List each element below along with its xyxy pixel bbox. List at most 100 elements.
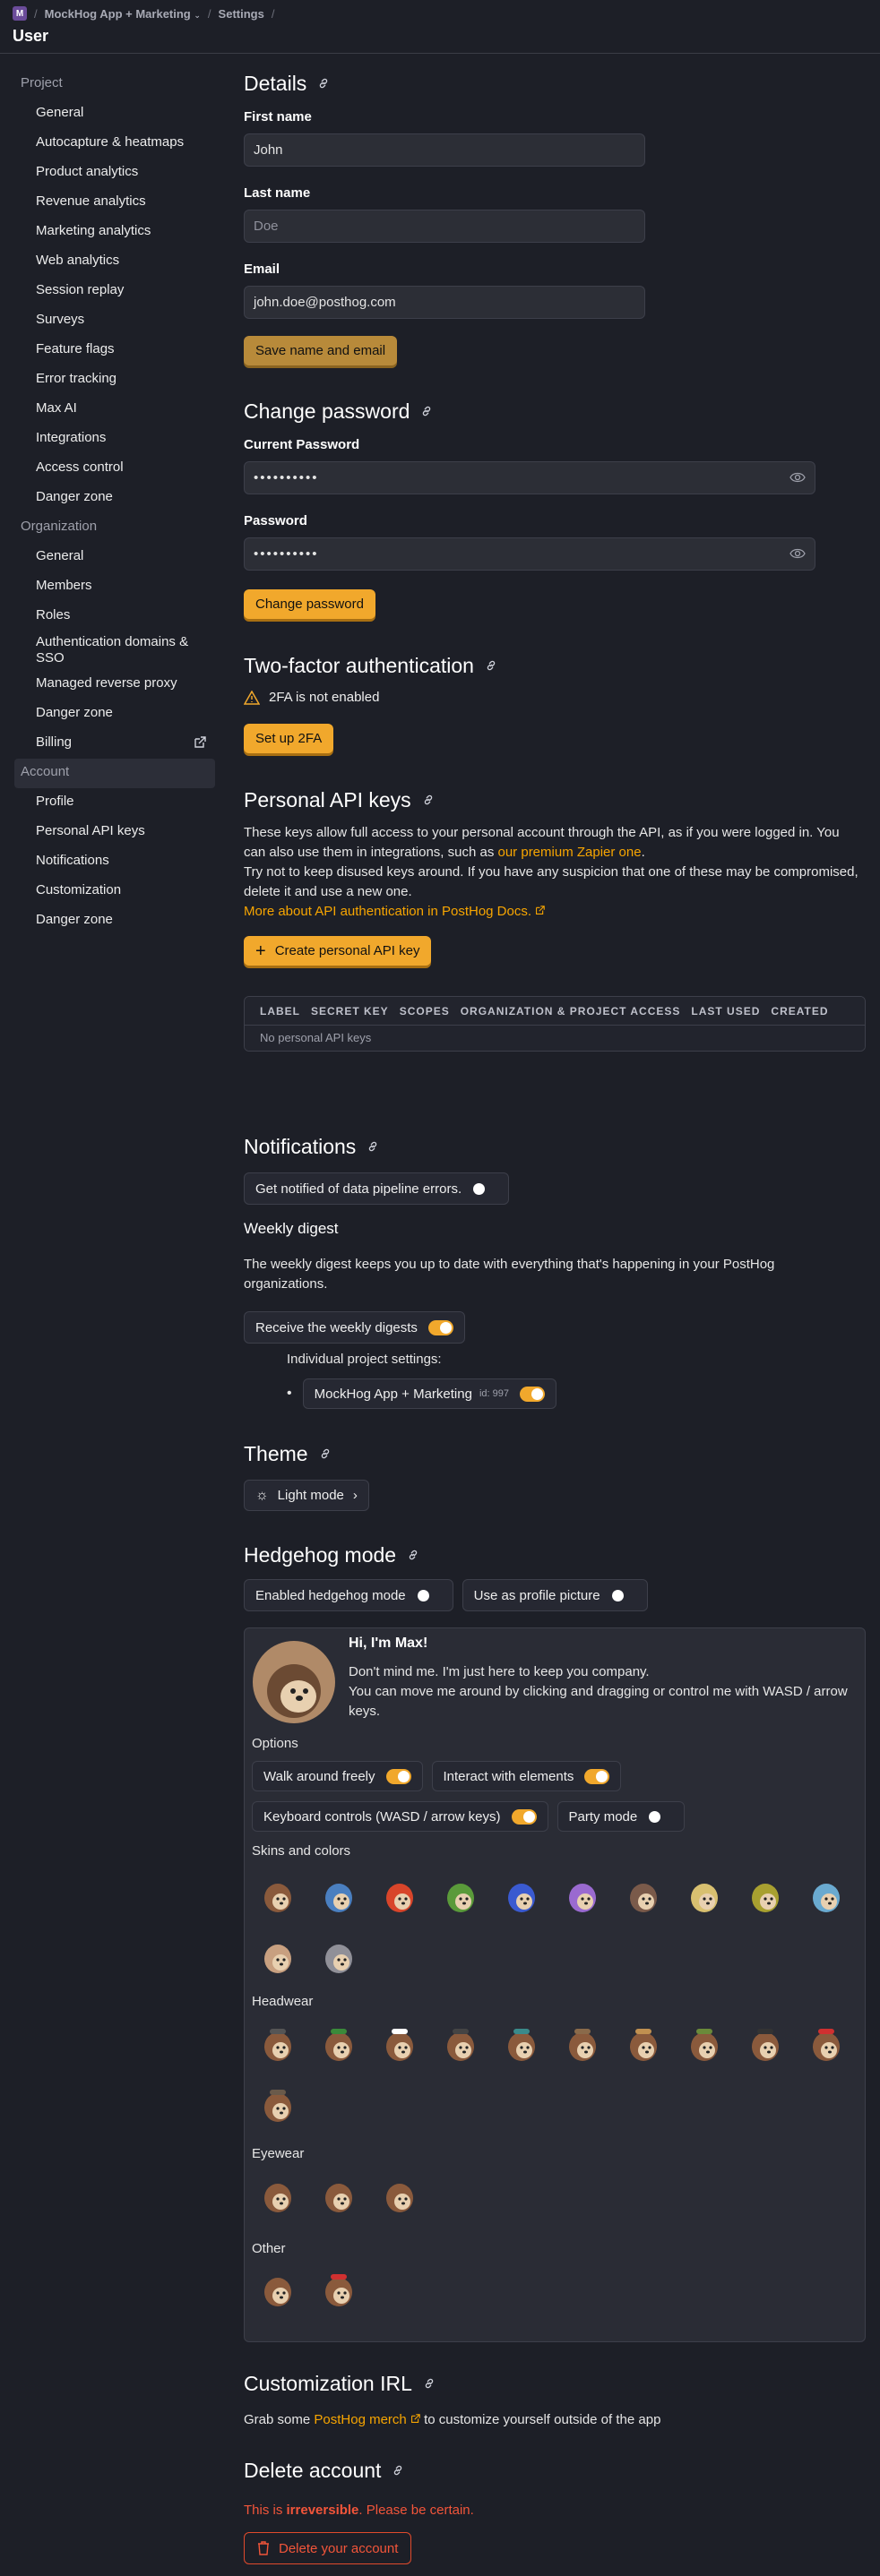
sidebar-item-revenue-analytics[interactable]: Revenue analytics bbox=[14, 188, 215, 218]
sidebar-item-error-tracking[interactable]: Error tracking bbox=[14, 365, 215, 395]
skin-option[interactable] bbox=[320, 1936, 381, 1996]
column-header[interactable]: CREATED bbox=[771, 1005, 828, 1018]
toggle-switch[interactable] bbox=[427, 1319, 453, 1335]
headwear-option[interactable] bbox=[503, 2023, 564, 2084]
sidebar-section-account[interactable]: Account bbox=[14, 759, 215, 788]
headwear-option[interactable] bbox=[259, 2023, 320, 2084]
sidebar-item-project-danger-zone[interactable]: Danger zone bbox=[14, 484, 215, 513]
headwear-option[interactable] bbox=[564, 2023, 625, 2084]
headwear-option[interactable] bbox=[442, 2023, 503, 2084]
link-icon[interactable] bbox=[407, 1549, 419, 1561]
skin-option[interactable] bbox=[381, 1875, 442, 1936]
eye-icon[interactable] bbox=[789, 547, 806, 560]
sidebar-item-auth-domains[interactable]: Authentication domains & SSO bbox=[14, 631, 215, 670]
sidebar-item-org-danger-zone[interactable]: Danger zone bbox=[14, 700, 215, 729]
link-icon[interactable] bbox=[420, 405, 433, 417]
party-mode-toggle[interactable]: Party mode bbox=[556, 1801, 686, 1832]
sidebar-item-account-danger-zone[interactable]: Danger zone bbox=[14, 906, 215, 936]
sidebar-item-personal-api-keys[interactable]: Personal API keys bbox=[14, 818, 215, 847]
sidebar-item-roles[interactable]: Roles bbox=[14, 602, 215, 631]
merch-link[interactable]: PostHog merch bbox=[314, 2412, 420, 2427]
sidebar-item-autocapture[interactable]: Autocapture & heatmaps bbox=[14, 129, 215, 159]
other-option[interactable] bbox=[320, 2269, 381, 2330]
column-header[interactable]: ORGANIZATION & PROJECT ACCESS bbox=[461, 1005, 681, 1018]
sidebar-item-reverse-proxy[interactable]: Managed reverse proxy bbox=[14, 670, 215, 700]
theme-select-button[interactable]: ☼ Light mode › bbox=[244, 1480, 369, 1511]
headwear-option[interactable] bbox=[686, 2023, 746, 2084]
toggle-switch[interactable] bbox=[584, 1768, 610, 1784]
skin-option[interactable] bbox=[503, 1875, 564, 1936]
sidebar-item-max-ai[interactable]: Max AI bbox=[14, 395, 215, 425]
sidebar-item-project-general[interactable]: General bbox=[14, 99, 215, 129]
enable-hedgehog-toggle[interactable]: Enabled hedgehog mode bbox=[244, 1579, 453, 1611]
link-icon[interactable] bbox=[485, 659, 497, 672]
new-password-input[interactable]: •••••••••• bbox=[244, 537, 815, 571]
breadcrumb-settings[interactable]: Settings bbox=[219, 7, 264, 21]
last-name-input[interactable]: Doe bbox=[244, 210, 645, 243]
profile-picture-toggle[interactable]: Use as profile picture bbox=[462, 1579, 648, 1611]
link-icon[interactable] bbox=[367, 1140, 379, 1153]
keyboard-controls-toggle[interactable]: Keyboard controls (WASD / arrow keys) bbox=[252, 1801, 548, 1832]
sidebar-section-organization[interactable]: Organization bbox=[14, 513, 215, 543]
sidebar-item-surveys[interactable]: Surveys bbox=[14, 306, 215, 336]
column-header[interactable]: LABEL bbox=[260, 1005, 300, 1018]
change-password-button[interactable]: Change password bbox=[244, 589, 375, 619]
column-header[interactable]: SCOPES bbox=[400, 1005, 450, 1018]
breadcrumb-project[interactable]: MockHog App + Marketing ⌄ bbox=[45, 7, 201, 21]
sidebar-item-session-replay[interactable]: Session replay bbox=[14, 277, 215, 306]
sidebar-item-feature-flags[interactable]: Feature flags bbox=[14, 336, 215, 365]
eyewear-option[interactable] bbox=[320, 2175, 381, 2236]
headwear-option[interactable] bbox=[259, 2084, 320, 2145]
toggle-switch[interactable] bbox=[648, 1809, 673, 1825]
delete-account-button[interactable]: Delete your account bbox=[244, 2532, 412, 2564]
toggle-switch[interactable] bbox=[511, 1808, 537, 1825]
skin-option[interactable] bbox=[259, 1875, 320, 1936]
create-api-key-button[interactable]: + Create personal API key bbox=[244, 936, 432, 966]
skin-option[interactable] bbox=[686, 1875, 746, 1936]
first-name-input[interactable]: John bbox=[244, 133, 645, 167]
skin-option[interactable] bbox=[807, 1875, 868, 1936]
headwear-option[interactable] bbox=[625, 2023, 686, 2084]
link-icon[interactable] bbox=[422, 794, 435, 806]
sidebar-item-members[interactable]: Members bbox=[14, 572, 215, 602]
setup-2fa-button[interactable]: Set up 2FA bbox=[244, 724, 334, 753]
sidebar-item-product-analytics[interactable]: Product analytics bbox=[14, 159, 215, 188]
save-name-email-button[interactable]: Save name and email bbox=[244, 336, 398, 365]
project-badge[interactable]: M bbox=[13, 6, 27, 21]
pipeline-errors-toggle[interactable]: Get notified of data pipeline errors. bbox=[244, 1172, 510, 1205]
eyewear-option[interactable] bbox=[259, 2175, 320, 2236]
skin-option[interactable] bbox=[625, 1875, 686, 1936]
toggle-switch[interactable] bbox=[519, 1386, 545, 1402]
link-icon[interactable] bbox=[392, 2464, 404, 2477]
eyewear-option[interactable] bbox=[381, 2175, 442, 2236]
toggle-switch[interactable] bbox=[611, 1588, 636, 1603]
link-icon[interactable] bbox=[319, 1447, 332, 1460]
weekly-digest-toggle[interactable]: Receive the weekly digests bbox=[244, 1311, 465, 1344]
toggle-switch[interactable] bbox=[417, 1588, 442, 1603]
sidebar-item-marketing-analytics[interactable]: Marketing analytics bbox=[14, 218, 215, 247]
api-docs-link[interactable]: More about API authentication in PostHog… bbox=[244, 904, 545, 919]
other-option[interactable] bbox=[259, 2269, 320, 2330]
current-password-input[interactable]: •••••••••• bbox=[244, 461, 815, 494]
link-icon[interactable] bbox=[423, 2377, 436, 2390]
sidebar-item-org-general[interactable]: General bbox=[14, 543, 215, 572]
email-input[interactable]: john.doe@posthog.com bbox=[244, 286, 645, 319]
project-digest-toggle[interactable]: MockHog App + Marketing id: 997 bbox=[302, 1378, 556, 1409]
eye-icon[interactable] bbox=[789, 471, 806, 484]
link-icon[interactable] bbox=[317, 77, 330, 90]
headwear-option[interactable] bbox=[746, 2023, 807, 2084]
sidebar-item-integrations[interactable]: Integrations bbox=[14, 425, 215, 454]
skin-option[interactable] bbox=[746, 1875, 807, 1936]
toggle-switch[interactable] bbox=[385, 1768, 411, 1784]
sidebar-item-billing[interactable]: Billing bbox=[14, 729, 215, 759]
sidebar-item-customization[interactable]: Customization bbox=[14, 877, 215, 906]
skin-option[interactable] bbox=[259, 1936, 320, 1996]
sidebar-item-notifications[interactable]: Notifications bbox=[14, 847, 215, 877]
headwear-option[interactable] bbox=[381, 2023, 442, 2084]
interact-elements-toggle[interactable]: Interact with elements bbox=[431, 1761, 622, 1791]
skin-option[interactable] bbox=[320, 1875, 381, 1936]
skin-option[interactable] bbox=[564, 1875, 625, 1936]
headwear-option[interactable] bbox=[807, 2023, 868, 2084]
toggle-switch[interactable] bbox=[472, 1181, 497, 1197]
skin-option[interactable] bbox=[442, 1875, 503, 1936]
